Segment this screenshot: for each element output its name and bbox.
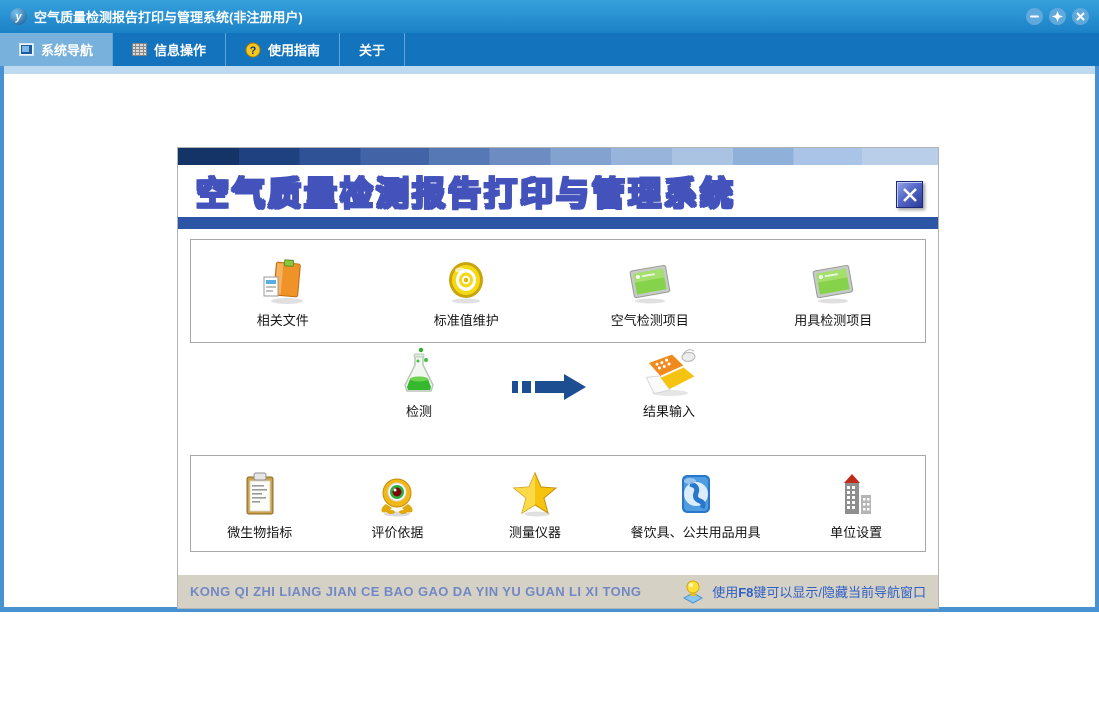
green-screen-icon [623, 254, 677, 306]
close-button[interactable] [1072, 8, 1089, 25]
clipboard-icon [234, 466, 286, 518]
help-icon: ? [245, 42, 261, 57]
nav-item-label: 微生物指标 [227, 525, 293, 540]
globe-icon [670, 466, 722, 518]
target-icon [440, 254, 492, 306]
minus-icon [1030, 15, 1039, 18]
tab-about[interactable]: 关于 [340, 33, 406, 66]
f8-hint-text: 使用F8键可以显示/隐藏当前导航窗口 [712, 585, 926, 600]
tab-bar: 系统导航 信息操作 ? 使用指南 关于 [0, 33, 1099, 66]
nav-item-measuring-instruments[interactable]: 测量仪器 [493, 466, 577, 541]
restore-icon [1052, 11, 1063, 22]
star-icon [509, 466, 561, 518]
monitor-icon [19, 43, 34, 56]
flask-icon [393, 345, 445, 397]
folder-icon [257, 254, 309, 306]
nav-row-top: 相关文件 标准值维护 空气检测项目 用具检测项目 [190, 239, 926, 343]
nav-item-label: 餐饮具、公共用品用具 [630, 525, 761, 540]
nav-item-air-test-items[interactable]: 空气检测项目 [608, 254, 692, 329]
notebook-mouse-icon [638, 345, 700, 397]
nav-item-label: 检测 [405, 404, 432, 419]
nav-item-label: 评价依据 [371, 525, 424, 540]
nav-item-label: 相关文件 [256, 312, 309, 328]
panel-close-button[interactable] [896, 181, 923, 208]
panel-header: 空气质量检测报告打印与管理系统 [178, 165, 938, 217]
building-icon [830, 466, 882, 518]
maximize-button[interactable] [1049, 8, 1066, 25]
nav-item-microbial-indicators[interactable]: 微生物指标 [218, 466, 302, 541]
tab-label: 关于 [359, 43, 386, 58]
tab-label: 系统导航 [41, 43, 94, 58]
minimize-button[interactable] [1026, 8, 1043, 25]
nav-item-unit-settings[interactable]: 单位设置 [814, 466, 898, 541]
pinyin-caption: KONG QI ZHI LIANG JIAN CE BAO GAO DA YIN… [190, 584, 642, 599]
close-icon [902, 187, 917, 202]
panel-title: 空气质量检测报告打印与管理系统 [195, 174, 736, 213]
nav-item-standard-values[interactable]: 标准值维护 [424, 254, 508, 329]
nav-item-related-files[interactable]: 相关文件 [241, 254, 325, 329]
nav-item-result-input[interactable]: 结果输入 [614, 345, 724, 420]
bulb-icon [683, 580, 704, 604]
nav-item-utensil-test-items[interactable]: 用具检测项目 [791, 254, 875, 329]
window-body: 空气质量检测报告打印与管理系统 相关文件 标准值维护 空气检测项目 用具检测项目… [0, 66, 1099, 612]
window-title: 空气质量检测报告打印与管理系统(非注册用户) [34, 10, 303, 25]
flow-arrow-icon [510, 371, 588, 408]
close-icon [1076, 12, 1085, 21]
window-controls [1026, 8, 1089, 25]
nav-item-label: 结果输入 [642, 404, 695, 419]
panel-gradient-bar [178, 148, 938, 165]
nav-item-tableware-public-goods[interactable]: 餐饮具、公共用品用具 [631, 466, 761, 541]
eye-creature-icon [371, 466, 423, 518]
tab-system-navigation[interactable]: 系统导航 [0, 33, 114, 66]
nav-item-detection[interactable]: 检测 [374, 345, 464, 420]
navigation-panel: 空气质量检测报告打印与管理系统 相关文件 标准值维护 空气检测项目 用具检测项目… [177, 147, 939, 609]
app-window: y 空气质量检测报告打印与管理系统(非注册用户) 系统导航 信息操作 ? 使用指… [0, 0, 1099, 612]
tab-label: 使用指南 [268, 43, 321, 58]
app-logo-icon: y [10, 8, 27, 25]
content-area: 空气质量检测报告打印与管理系统 相关文件 标准值维护 空气检测项目 用具检测项目… [4, 74, 1095, 609]
hint-group: 使用F8键可以显示/隐藏当前导航窗口 [682, 580, 926, 604]
tab-label: 信息操作 [154, 43, 207, 58]
grid-icon [132, 43, 148, 56]
nav-item-label: 测量仪器 [508, 525, 561, 540]
nav-row-middle: 检测 结果输入 [178, 343, 938, 455]
panel-divider-bar [178, 217, 938, 229]
panel-status-bar: KONG QI ZHI LIANG JIAN CE BAO GAO DA YIN… [178, 575, 938, 608]
nav-item-label: 单位设置 [830, 525, 883, 540]
titlebar: y 空气质量检测报告打印与管理系统(非注册用户) [0, 0, 1099, 33]
svg-text:?: ? [250, 45, 257, 57]
nav-row-bottom: 微生物指标 评价依据 测量仪器 餐饮具、公共用品用具 单位设置 [190, 455, 926, 552]
nav-item-evaluation-basis[interactable]: 评价依据 [355, 466, 439, 541]
tab-user-guide[interactable]: ? 使用指南 [226, 33, 341, 66]
nav-item-label: 用具检测项目 [794, 312, 873, 328]
nav-item-label: 空气检测项目 [610, 312, 689, 328]
nav-item-label: 标准值维护 [433, 312, 499, 328]
tabbar-underline [4, 66, 1095, 74]
tab-information-operations[interactable]: 信息操作 [113, 33, 227, 66]
green-screen-icon [806, 254, 860, 306]
